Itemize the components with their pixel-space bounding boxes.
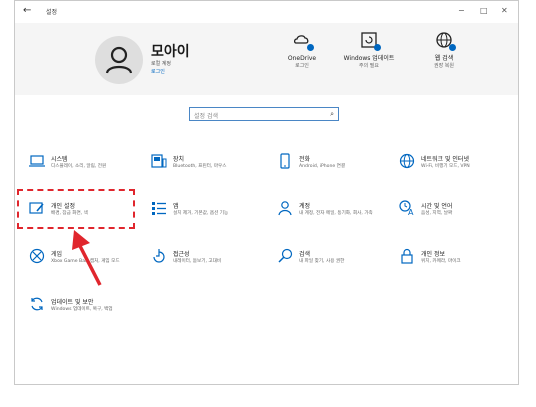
- annotation-arrow: [72, 230, 102, 286]
